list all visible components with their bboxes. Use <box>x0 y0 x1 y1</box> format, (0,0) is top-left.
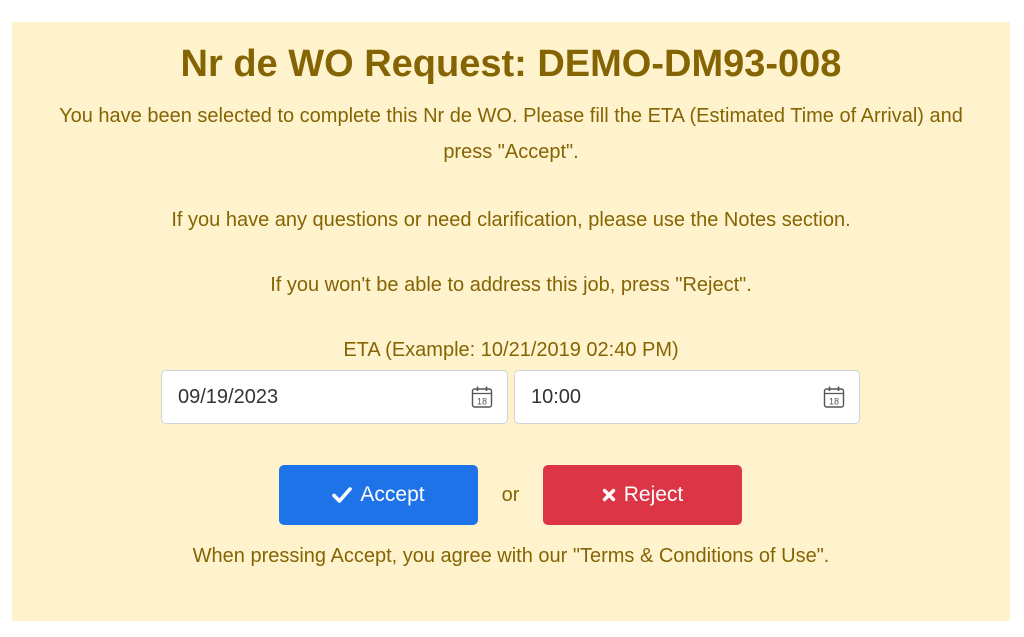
intro-text: You have been selected to complete this … <box>59 105 963 163</box>
eta-time-field[interactable]: 18 <box>514 370 860 424</box>
calendar-icon[interactable]: 18 <box>471 385 493 409</box>
questions-note: If you have any questions or need clarif… <box>171 209 851 231</box>
eta-label: ETA (Example: 10/21/2019 02:40 PM) <box>343 339 679 361</box>
calendar-icon[interactable]: 18 <box>823 385 845 409</box>
or-separator: or <box>501 484 520 506</box>
accept-button[interactable]: Accept <box>279 465 478 525</box>
reject-note: If you won't be able to address this job… <box>270 274 752 296</box>
wo-request-panel: Nr de WO Request: DEMO-DM93-008 You have… <box>12 22 1010 621</box>
eta-date-field[interactable]: 18 <box>161 370 508 424</box>
reject-label: Reject <box>623 483 684 506</box>
check-icon <box>332 487 353 503</box>
calendar-day-number: 18 <box>829 397 839 407</box>
page-title: Nr de WO Request: DEMO-DM93-008 <box>180 43 842 85</box>
eta-time-input[interactable] <box>531 385 823 409</box>
calendar-day-number: 18 <box>477 397 487 407</box>
terms-text: When pressing Accept, you agree with our… <box>192 545 830 567</box>
times-icon <box>602 488 615 502</box>
eta-date-input[interactable] <box>178 385 471 409</box>
reject-button[interactable]: Reject <box>543 465 742 525</box>
accept-label: Accept <box>360 483 425 506</box>
